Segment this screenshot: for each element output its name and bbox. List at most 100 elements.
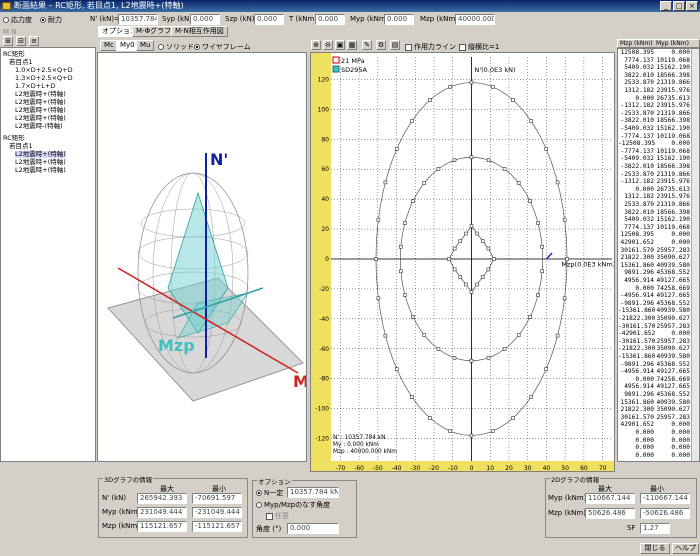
list-row[interactable]: 1312.182 23915.976 xyxy=(618,193,690,201)
ratio-checkbox[interactable]: 縦横比=1 xyxy=(459,42,499,52)
tree-item[interactable]: 1.3×D+2.5×Q+D xyxy=(15,75,73,82)
tree-item[interactable]: 若目点1 xyxy=(9,143,33,150)
sf-field[interactable]: 1.27 xyxy=(640,523,670,534)
tree-item[interactable]: L2地震時+(特軸) xyxy=(15,107,66,114)
list-row[interactable]: -12508.395 0.000 xyxy=(618,140,690,148)
view-3d[interactable]: N' Mzp M xyxy=(97,52,307,462)
tree-item[interactable]: RC矩形 xyxy=(3,51,25,58)
list-row[interactable]: -15361.86040939.580 xyxy=(618,353,690,361)
tree-item[interactable]: 1.0×D+2.5×Q+D xyxy=(15,67,73,74)
angle-field[interactable]: 0.000 xyxy=(287,523,339,534)
list-row[interactable]: 0.000 74258.669 xyxy=(618,285,690,293)
list-row[interactable]: 15361.860 40939.580 xyxy=(618,262,690,270)
help-button[interactable]: ヘルプ xyxy=(672,543,699,554)
list-row[interactable]: -7774.137 10119.068 xyxy=(618,148,690,156)
fit-icon[interactable]: ▣ xyxy=(335,40,345,50)
yield-radio[interactable]: 耐力 xyxy=(40,15,62,25)
syp-field[interactable]: 0.000 xyxy=(190,14,220,25)
t-field[interactable]: 0.000 xyxy=(315,14,345,25)
list-row[interactable]: -3822.010 18566.398 xyxy=(618,163,690,171)
list-row[interactable]: 9891.296 45368.552 xyxy=(618,269,690,277)
list-row[interactable]: 4956.914 49127.665 xyxy=(618,383,690,391)
tree-item-selected[interactable]: L2地震時+(特軸) xyxy=(15,151,66,158)
myp-field[interactable]: 0.000 xyxy=(384,14,414,25)
list-row[interactable]: 30161.570 25957.283 xyxy=(618,414,690,422)
list-row[interactable]: -2533.870 21319.866 xyxy=(618,171,690,179)
list-row[interactable]: 0.000 0.000 xyxy=(618,429,690,437)
maximize-button[interactable]: □ xyxy=(673,1,685,11)
list-row[interactable]: -21822.30035090.627 xyxy=(618,345,690,353)
list-row[interactable]: -2533.870 21319.866 xyxy=(618,110,690,118)
list-row[interactable]: -21822.30035090.627 xyxy=(618,315,690,323)
list-row[interactable]: 7774.137 10119.068 xyxy=(618,224,690,232)
solid-radio[interactable]: ソリッド xyxy=(158,42,194,52)
tree-item[interactable]: L2地震時+(特軸) xyxy=(15,91,66,98)
list-row[interactable]: 7774.137 10119.068 xyxy=(618,57,690,65)
list-row[interactable]: -1312.182 23915.976 xyxy=(618,178,690,186)
tree-item[interactable]: L2地震時+(特軸) xyxy=(15,115,66,122)
close-window-button[interactable]: × xyxy=(686,1,698,11)
list-row[interactable]: 5409.032 15162.190 xyxy=(618,64,690,72)
list-row[interactable]: -5409.032 15162.190 xyxy=(618,155,690,163)
list-row[interactable]: 0.000 26735.613 xyxy=(618,186,690,194)
m-n-plot[interactable]: -70 -60 -50 -40 -30 -20 -10 0 10 20 30 40 50 60 70 120 1… xyxy=(310,52,615,472)
stress-radio[interactable]: 応力度 xyxy=(3,15,32,25)
zoom-in-icon[interactable]: ⊕ xyxy=(311,40,321,50)
list-row[interactable]: -30161.57025957.283 xyxy=(618,323,690,331)
result-list[interactable]: 12508.395 0.000 7774.137 10119.068 5409.032 1… xyxy=(617,48,700,462)
list-row[interactable]: -9891.296 45368.552 xyxy=(618,300,690,308)
minimize-button[interactable]: _ xyxy=(660,1,672,11)
pencil-icon[interactable]: ✎ xyxy=(362,40,372,50)
list-row[interactable]: -1312.182 23915.976 xyxy=(618,102,690,110)
tab-m-phi[interactable]: M-Φグラフ xyxy=(132,26,176,37)
list-row[interactable]: 3822.010 18566.398 xyxy=(618,72,690,80)
print-icon[interactable]: ▤ xyxy=(390,40,400,50)
list-row[interactable]: -7774.137 10119.068 xyxy=(618,133,690,141)
case-tree[interactable]: RC矩形 若目点1 1.0×D+2.5×Q+D 1.3×D+2.5×Q+D 1.… xyxy=(0,47,96,462)
expand-icon[interactable]: ⊞ xyxy=(3,36,13,46)
list-row[interactable]: -3822.010 18566.398 xyxy=(618,117,690,125)
list-row[interactable]: 42901.652 0.000 xyxy=(618,421,690,429)
list-row[interactable]: -15361.86040939.580 xyxy=(618,307,690,315)
tree-filter-icon[interactable]: ≡ xyxy=(29,36,39,46)
list-row[interactable]: 15361.860 40939.580 xyxy=(618,399,690,407)
tree-item[interactable]: RC矩形 xyxy=(3,135,25,142)
list-row[interactable]: -42901.652 0.000 xyxy=(618,330,690,338)
mzp-field[interactable]: 40000.000 xyxy=(455,14,495,25)
list-row[interactable]: 0.000 74258.669 xyxy=(618,376,690,384)
tree-item[interactable]: 1.7×D+L+D xyxy=(15,83,55,90)
list-row[interactable]: 0.000 26735.613 xyxy=(618,95,690,103)
list-row[interactable]: 12508.395 0.000 xyxy=(618,231,690,239)
n-const-field[interactable]: 10357.784 kN xyxy=(287,487,339,498)
list-row[interactable]: 2533.870 21319.866 xyxy=(618,201,690,209)
zoom-out-icon[interactable]: ⊖ xyxy=(323,40,333,50)
list-row[interactable]: 0.000 0.000 xyxy=(618,437,690,445)
list-row[interactable]: 12508.395 0.000 xyxy=(618,49,690,57)
list-row[interactable]: 2533.870 21319.866 xyxy=(618,79,690,87)
tree-item[interactable]: 若目点1 xyxy=(9,59,33,66)
list-row[interactable]: 0.000 0.000 xyxy=(618,444,690,452)
tab-mu[interactable]: Mu xyxy=(136,40,155,51)
tree-item[interactable]: L2地震時+(特軸) xyxy=(15,159,66,166)
list-row[interactable]: 9891.296 45368.552 xyxy=(618,391,690,399)
list-row[interactable]: 42901.652 0.000 xyxy=(618,239,690,247)
list-scrollbar[interactable] xyxy=(691,49,699,461)
n-const-radio[interactable]: N一定 xyxy=(256,488,283,498)
grid-icon[interactable]: ▦ xyxy=(347,40,357,50)
szp-field[interactable]: 0.000 xyxy=(254,14,284,25)
list-row[interactable]: -4956.914 49127.665 xyxy=(618,292,690,300)
wire-radio[interactable]: ワイヤフレーム xyxy=(194,42,251,52)
settings-icon[interactable]: ⚙ xyxy=(376,40,386,50)
fixed-checkbox[interactable]: 任意 xyxy=(266,511,289,521)
list-row[interactable]: -30161.57025957.283 xyxy=(618,338,690,346)
tree-item[interactable]: L2地震時+(特軸) xyxy=(15,99,66,106)
tab-m-n[interactable]: M-N相互作用図 xyxy=(171,26,228,37)
list-row[interactable]: -9891.296 45368.552 xyxy=(618,361,690,369)
list-row[interactable]: 21822.300 35090.627 xyxy=(618,406,690,414)
list-row[interactable]: -4956.914 49127.665 xyxy=(618,368,690,376)
list-row[interactable]: 5409.032 15162.190 xyxy=(618,216,690,224)
action-line-checkbox[interactable]: 作用力ライン xyxy=(405,42,456,52)
list-row[interactable]: 4956.914 49127.665 xyxy=(618,277,690,285)
collapse-icon[interactable]: ⊟ xyxy=(16,36,26,46)
tree-item[interactable]: L2地震時-(特軸) xyxy=(15,123,63,130)
